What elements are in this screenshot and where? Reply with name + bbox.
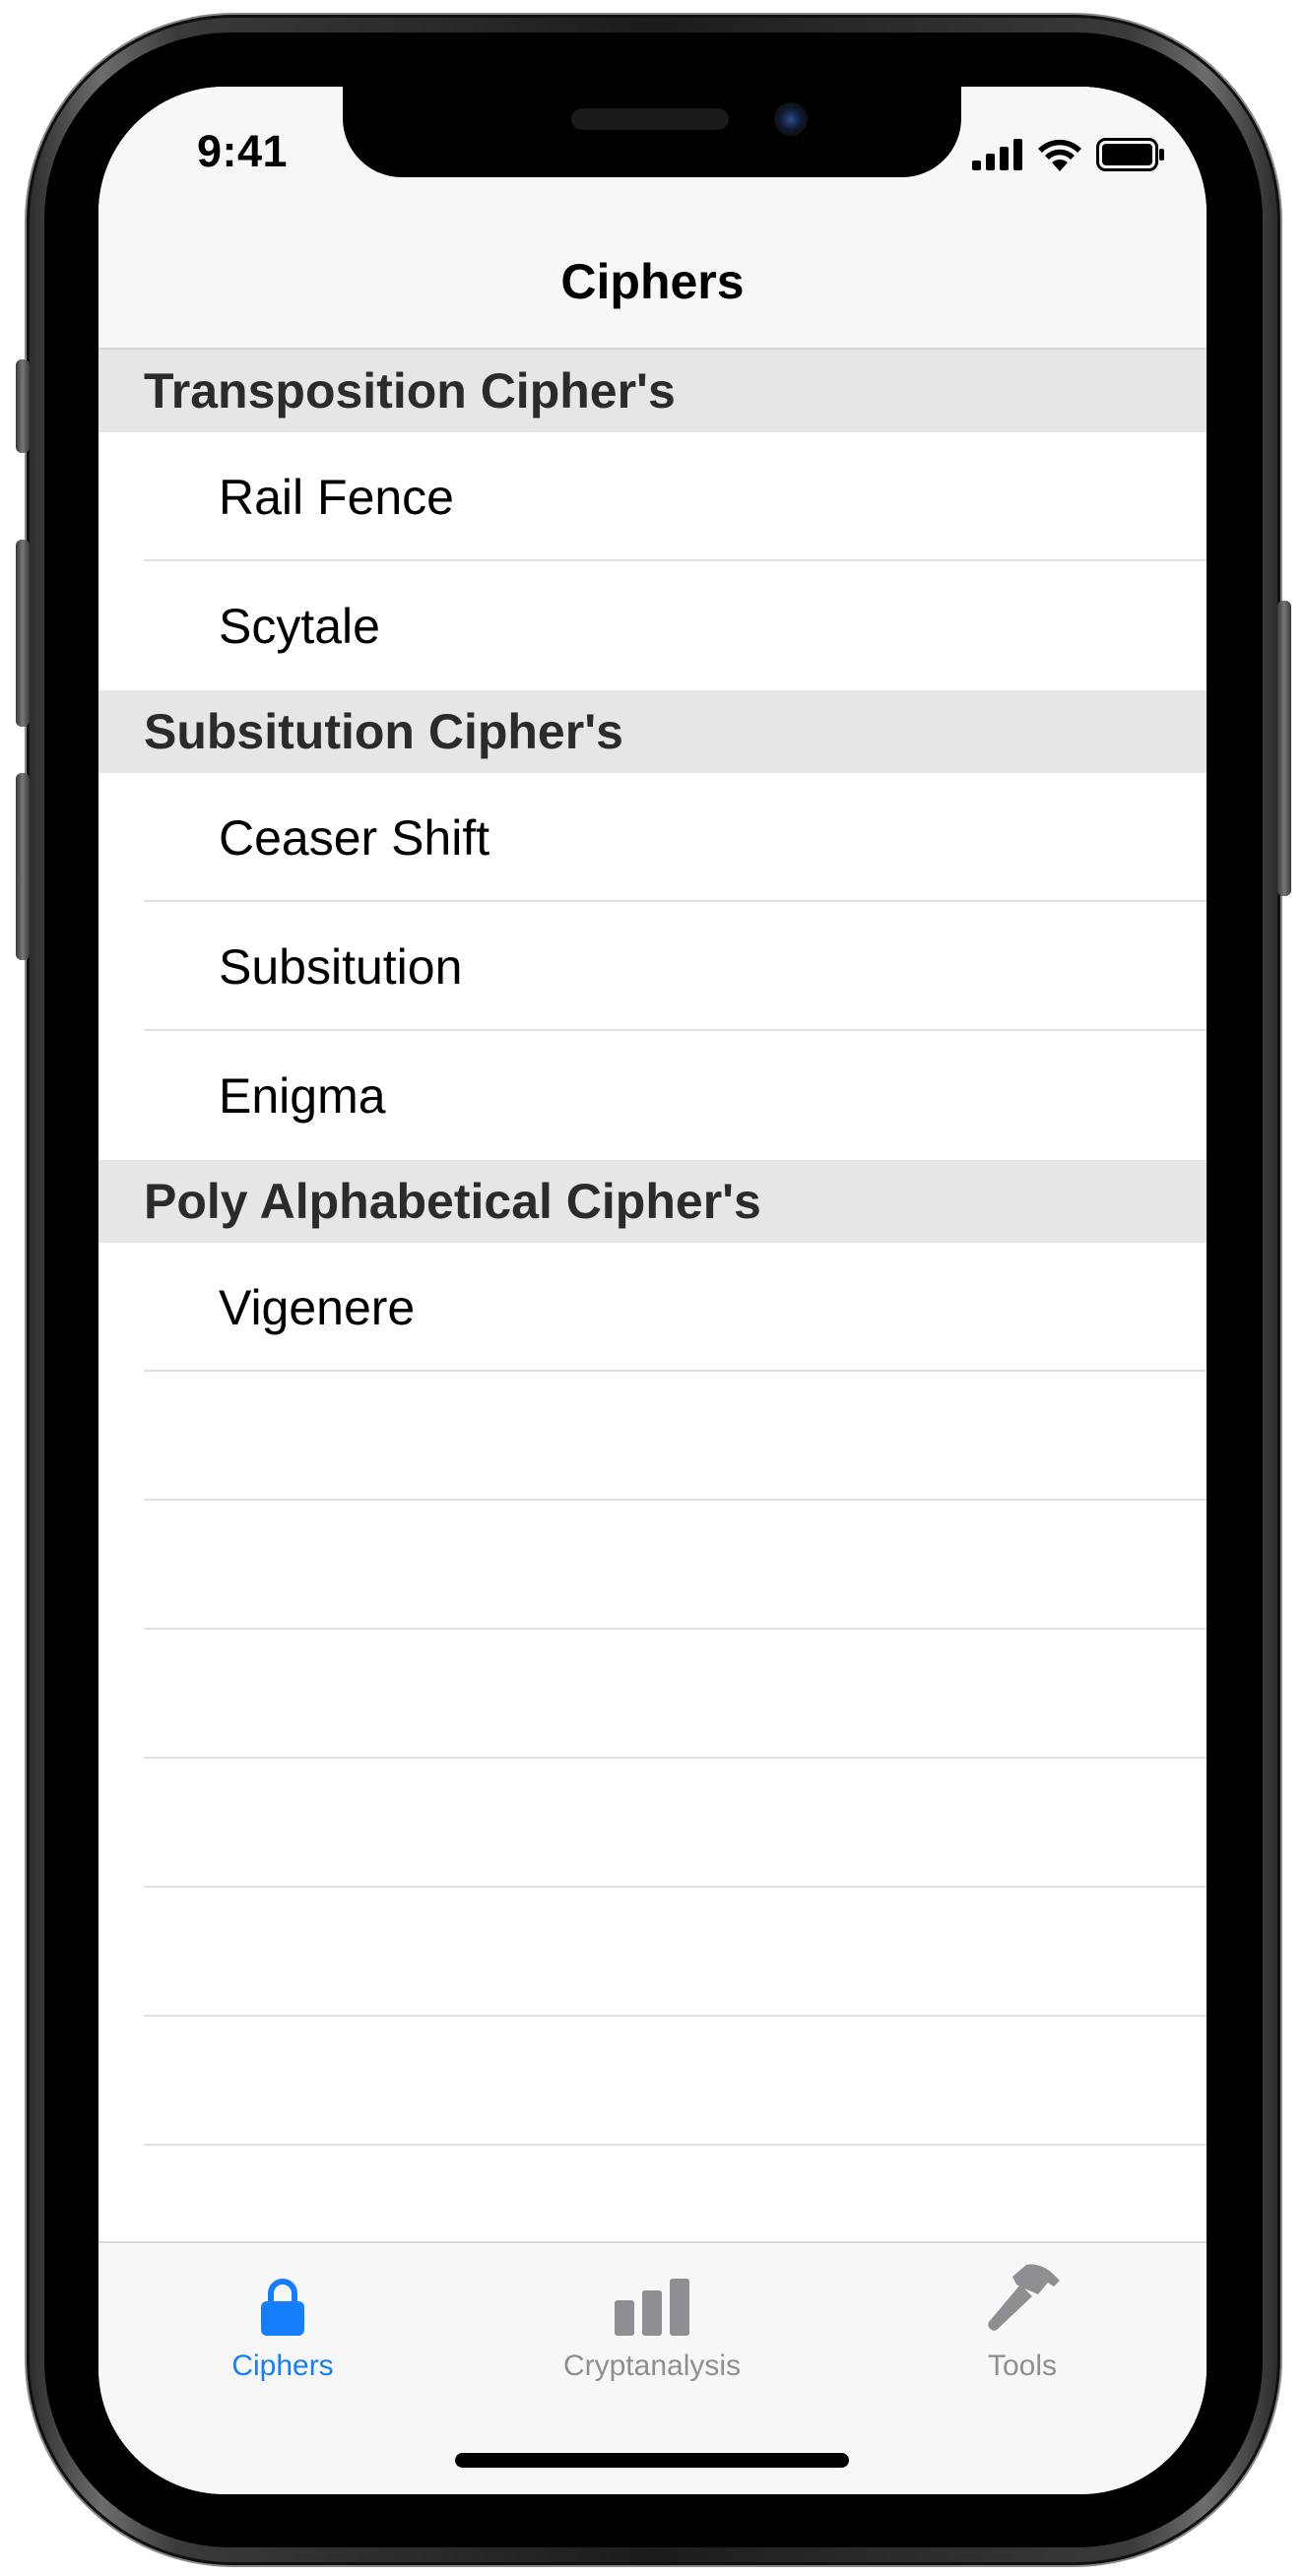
section-header-substitution: Subsitution Cipher's (98, 690, 1207, 773)
home-indicator[interactable] (455, 2453, 849, 2468)
side-button (1277, 601, 1291, 896)
list-item-label: Vigenere (219, 1279, 416, 1335)
tab-ciphers[interactable]: Ciphers (135, 2271, 430, 2383)
list-item-label: Subsitution (219, 938, 463, 995)
empty-row (98, 1759, 1207, 1888)
list-item-enigma[interactable]: Enigma (98, 1031, 1207, 1160)
screen: 9:41 Ciphers Transposition Cipher's Rail… (98, 87, 1207, 2494)
cellular-signal-icon (972, 139, 1022, 170)
cipher-table[interactable]: Transposition Cipher's Rail Fence Scytal… (98, 350, 1207, 2275)
navigation-bar: Ciphers (98, 220, 1207, 350)
lock-icon (261, 2279, 304, 2336)
list-item-rail-fence[interactable]: Rail Fence (98, 432, 1207, 561)
list-item-scytale[interactable]: Scytale (98, 561, 1207, 690)
bar-chart-icon (615, 2279, 689, 2336)
list-item-label: Rail Fence (219, 469, 454, 525)
wifi-icon (1038, 139, 1081, 171)
status-time: 9:41 (197, 126, 289, 176)
empty-row (98, 2017, 1207, 2146)
empty-row (98, 1630, 1207, 1759)
status-icons (972, 138, 1165, 171)
tab-label: Tools (987, 2350, 1058, 2382)
page-title: Ciphers (560, 254, 745, 309)
battery-icon (1096, 138, 1164, 171)
empty-row (98, 1501, 1207, 1630)
list-item-ceaser-shift[interactable]: Ceaser Shift (98, 773, 1207, 902)
tab-tools[interactable]: Tools (875, 2264, 1170, 2383)
list-item-label: Scytale (219, 598, 380, 654)
list-item-label: Ceaser Shift (219, 809, 490, 866)
hammer-icon (988, 2264, 1060, 2331)
volume-up-button (16, 540, 30, 727)
tab-label: Ciphers (231, 2350, 334, 2382)
empty-row (98, 1888, 1207, 2017)
notch (343, 87, 961, 177)
list-item-label: Enigma (219, 1067, 386, 1124)
tab-label: Cryptanalysis (562, 2350, 742, 2382)
section-header-transposition: Transposition Cipher's (98, 350, 1207, 432)
list-item-subsitution[interactable]: Subsitution (98, 902, 1207, 1031)
empty-row (98, 1372, 1207, 1501)
list-item-vigenere[interactable]: Vigenere (98, 1243, 1207, 1372)
tab-cryptanalysis[interactable]: Cryptanalysis (504, 2271, 800, 2383)
speaker-grille (571, 108, 729, 130)
front-camera (774, 102, 808, 136)
volume-down-button (16, 773, 30, 960)
section-header-poly-alphabetical: Poly Alphabetical Cipher's (98, 1160, 1207, 1243)
mute-switch (16, 359, 30, 453)
